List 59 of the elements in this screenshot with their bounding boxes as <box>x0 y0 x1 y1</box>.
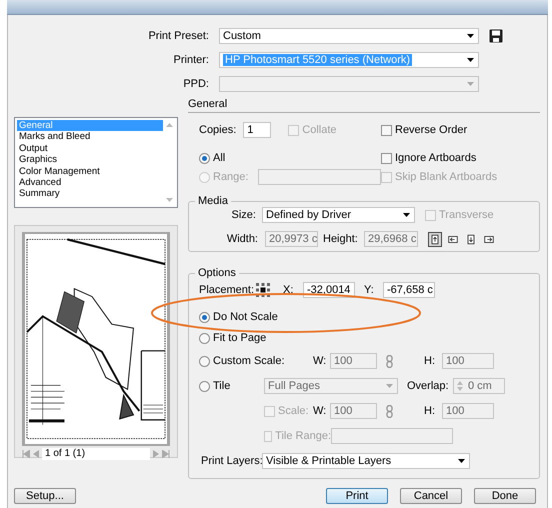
first-page-icon[interactable] <box>22 450 30 458</box>
overlap-label: Overlap: <box>407 380 450 392</box>
category-item[interactable]: Summary <box>17 188 163 200</box>
section-heading: General <box>188 98 540 113</box>
category-item[interactable]: Graphics <box>17 154 163 166</box>
dialog-button[interactable]: Done <box>474 488 536 504</box>
setup-button[interactable]: Setup... <box>14 488 76 504</box>
portrait-icon[interactable] <box>428 232 442 246</box>
chain-link-icon[interactable] <box>386 404 393 418</box>
print-layers-label: Print Layers: <box>200 455 262 467</box>
options-heading: Options <box>197 267 237 279</box>
media-heading: Media <box>197 195 229 207</box>
size-dropdown[interactable]: Defined by Driver <box>262 207 415 223</box>
scroll-down-icon[interactable] <box>166 198 172 202</box>
printer-label: Printer: <box>172 54 209 66</box>
all-pages-radio[interactable]: All <box>199 152 226 164</box>
page-number-field[interactable]: 1 of 1 (1) <box>42 448 150 460</box>
placement-label: Placement: <box>199 284 255 296</box>
caret-icon <box>386 384 392 388</box>
last-page-icon[interactable] <box>162 450 170 458</box>
category-item[interactable]: Color Management <box>17 166 163 177</box>
no-scale-radio[interactable]: Do Not Scale <box>199 311 278 323</box>
caret-icon <box>466 34 474 38</box>
print-preset-dropdown[interactable]: Custom <box>219 28 479 44</box>
y-field[interactable]: -67,658 c <box>383 282 435 298</box>
print-preset-label: Print Preset: <box>147 30 209 42</box>
print-layers-dropdown[interactable]: Visible & Printable Layers <box>262 453 470 469</box>
dialog-button[interactable]: Cancel <box>400 488 462 504</box>
dialog-button[interactable]: Print <box>326 488 388 504</box>
caret-icon <box>466 82 474 86</box>
tile-radio[interactable]: Tile <box>199 380 264 392</box>
caret-icon <box>402 213 410 217</box>
scroll-up-icon[interactable] <box>166 123 172 127</box>
next-page-icon[interactable] <box>153 450 159 458</box>
y-label: Y: <box>364 284 375 296</box>
scale-width-label: W: <box>313 355 328 367</box>
tile-scale-height-label: H: <box>424 405 436 417</box>
reverse-order-checkbox[interactable]: Reverse Order <box>381 124 468 136</box>
save-icon[interactable] <box>489 29 503 43</box>
category-item[interactable]: Output <box>17 142 163 154</box>
custom-scale-radio[interactable]: Custom Scale: <box>199 355 313 367</box>
copies-field[interactable]: 1 <box>243 122 272 138</box>
fit-to-page-radio[interactable]: Fit to Page <box>199 332 266 344</box>
caret-icon <box>466 58 474 62</box>
ignore-artboards-checkbox[interactable]: Ignore Artboards <box>381 152 476 164</box>
chain-link-icon[interactable] <box>386 354 393 368</box>
scale-height-label: H: <box>424 355 436 367</box>
caret-icon <box>458 459 464 463</box>
width-label: Width: <box>226 233 258 245</box>
category-item[interactable]: Advanced <box>17 176 163 188</box>
copies-label: Copies: <box>199 124 236 136</box>
placement-grid-icon[interactable] <box>255 282 271 298</box>
previous-page-icon[interactable] <box>33 450 39 458</box>
height-label: Height: <box>323 233 359 245</box>
tile-scale-width-label: W: <box>313 405 328 417</box>
x-label: X: <box>283 284 294 296</box>
category-item[interactable]: Marks and Bleed <box>17 131 163 143</box>
size-label: Size: <box>230 209 256 221</box>
ppd-label: PPD: <box>182 78 209 90</box>
